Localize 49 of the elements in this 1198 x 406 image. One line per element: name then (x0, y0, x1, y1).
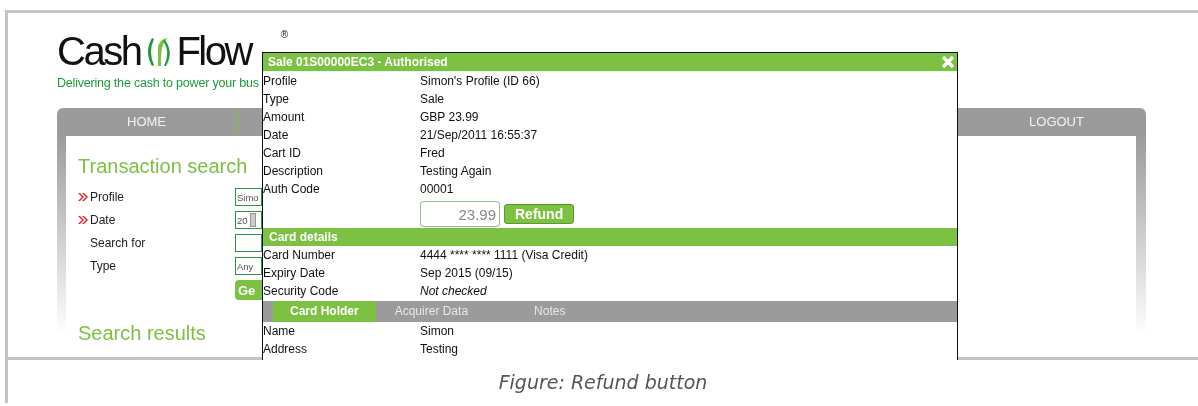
logo-text: Flow (176, 29, 251, 73)
field-label: Auth Code (263, 182, 321, 196)
tab[interactable]: Notes (515, 301, 585, 322)
field-value: Testing (420, 342, 460, 356)
field-label: Address (263, 342, 309, 356)
section-title: Search results (78, 322, 206, 345)
field-value: Not checked (420, 284, 488, 298)
logo-text: Cash (57, 29, 141, 73)
field-value: GBP 23.99 (420, 110, 480, 124)
tab[interactable]: Acquirer Data (375, 301, 488, 322)
field-label: Card Number (263, 248, 337, 262)
tagline: Delivering the cash to power your bus (57, 75, 259, 91)
go-button[interactable]: Ge (235, 280, 262, 300)
field-value: 00001 (420, 182, 455, 196)
field-label: Name (263, 324, 296, 338)
field-label: Type (263, 92, 290, 106)
field-label: Date (90, 213, 117, 227)
registered-mark: ® (280, 29, 289, 40)
input-field[interactable] (235, 234, 262, 252)
field-value: 4444 **** **** 1111 (Visa Credit) (420, 248, 589, 262)
section-header: Card details (263, 228, 957, 246)
field-label: Security Code (263, 284, 340, 298)
figure-caption: Figure: Refund button (498, 370, 708, 393)
field-label: Type (90, 259, 117, 273)
amount-field[interactable]: 23.99 (420, 201, 500, 227)
field-value: Simon's Profile (ID 66) (420, 74, 541, 88)
dropdown-field[interactable]: Any (235, 257, 262, 275)
field-label: Profile (90, 190, 125, 204)
field-value: Testing Again (420, 164, 493, 178)
field-value: 21/Sep/2011 16:55:37 (420, 128, 539, 142)
field-label: Expiry Date (263, 266, 327, 280)
dialog-title: Sale 01S00000EC3 - Authorised (268, 55, 448, 69)
field-label: Search for (90, 236, 147, 250)
refund-button[interactable]: Refund (504, 204, 575, 224)
field-label: Description (263, 164, 325, 178)
field-label: Amount (263, 110, 306, 124)
dropdown-field[interactable]: Simo (235, 188, 262, 206)
field-label: Cart ID (263, 146, 302, 160)
field-label: Profile (263, 74, 298, 88)
tab[interactable]: Card Holder (273, 301, 376, 322)
section-title: Transaction search (78, 154, 248, 178)
field-value: Sale (420, 92, 446, 106)
field-value: Sep 2015 (09/15) (420, 266, 514, 280)
close-icon[interactable] (941, 55, 955, 69)
field-value: Simon (420, 324, 455, 338)
nav-link[interactable]: LOGOUT (967, 108, 1146, 136)
field-value: Fred (420, 146, 446, 160)
field-label: Date (263, 128, 290, 142)
date-field[interactable]: 20 (235, 211, 262, 229)
